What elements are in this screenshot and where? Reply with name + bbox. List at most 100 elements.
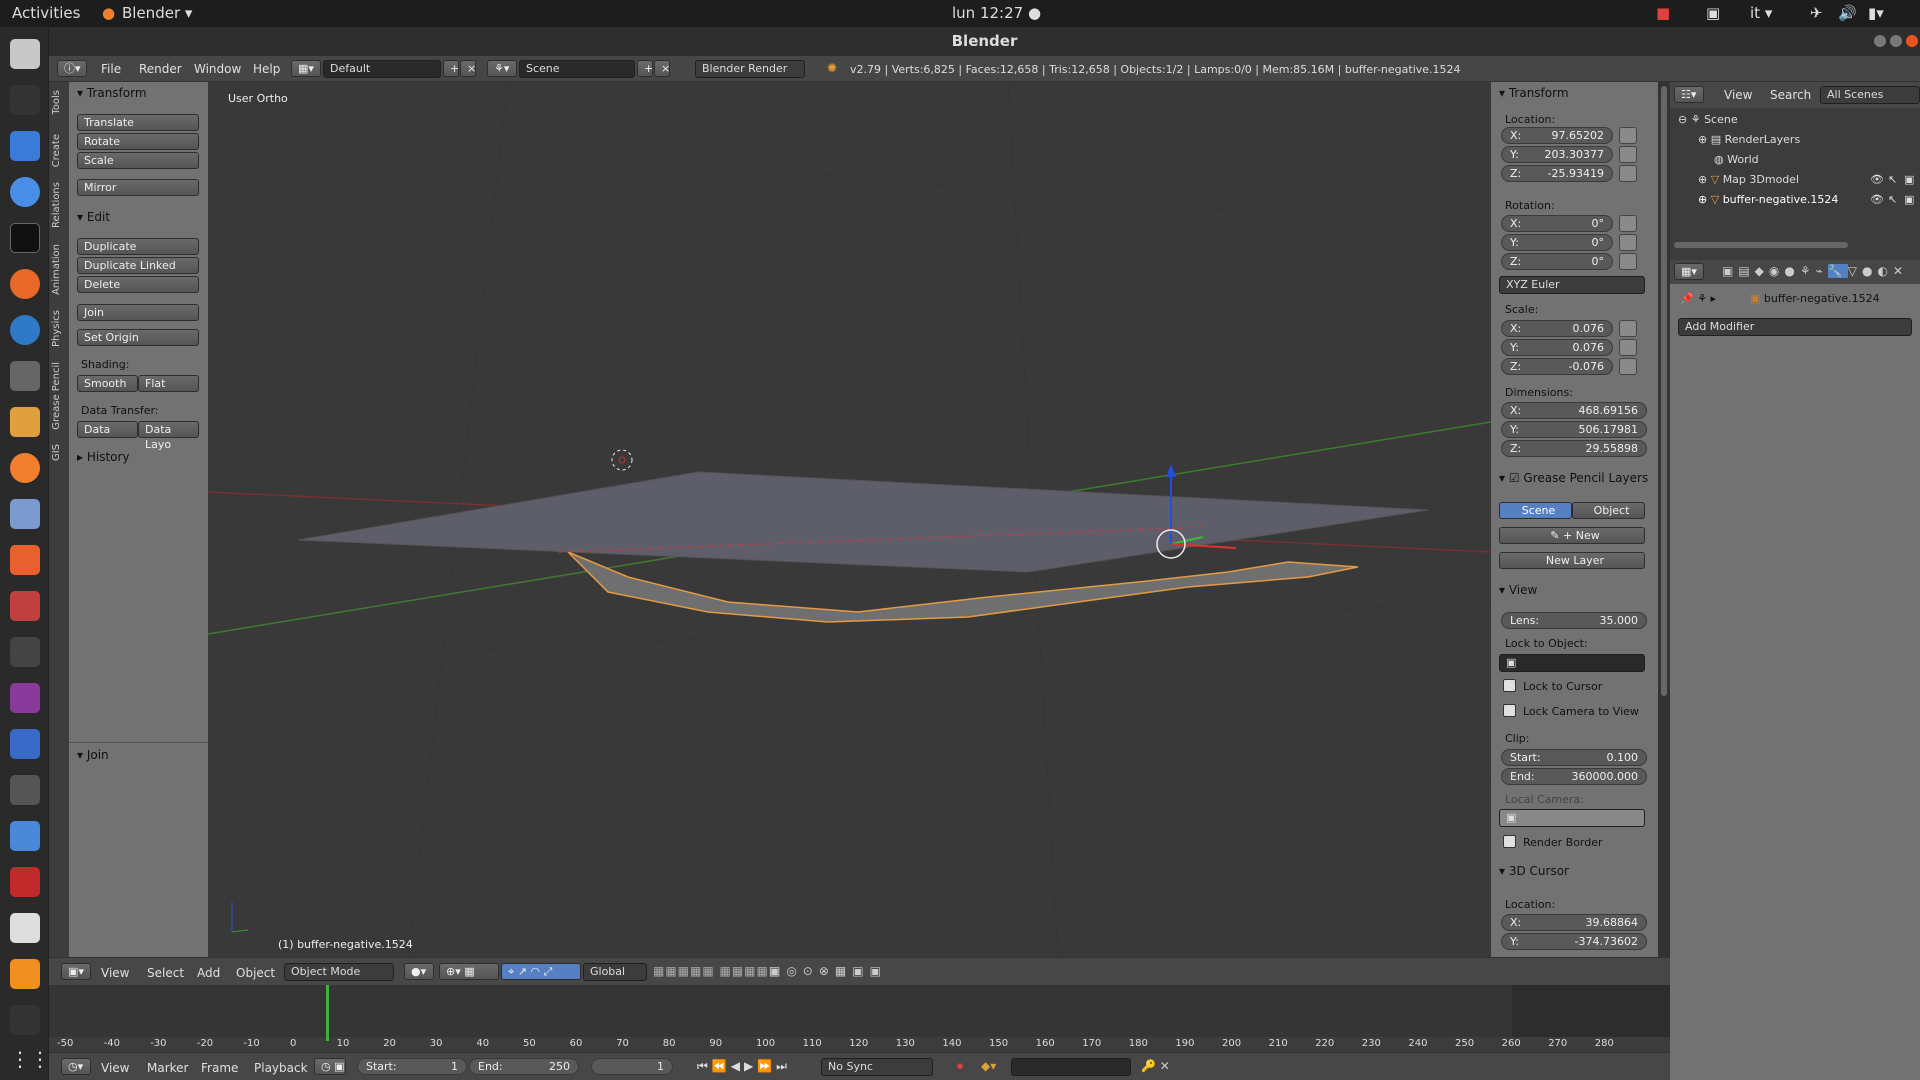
clipboard-icon[interactable]: ▣ — [1706, 4, 1720, 22]
transform-props-header[interactable]: ▾ Transform — [1499, 86, 1569, 100]
menu-frame[interactable]: Frame — [201, 1061, 238, 1075]
gp-new-layer-button[interactable]: New Layer — [1499, 552, 1645, 569]
tab-animation[interactable]: Animation — [51, 244, 62, 295]
lock-icon[interactable] — [1619, 165, 1637, 182]
grease-pencil-layers-header[interactable]: ▾ ☑ Grease Pencil Layers — [1499, 471, 1648, 485]
playback-controls[interactable]: ⏮⏪◀▶⏩⏭ — [697, 1059, 791, 1074]
cursor-select-icon[interactable]: ↖ — [1888, 193, 1897, 206]
menu-object[interactable]: Object — [236, 966, 275, 980]
location-x-field[interactable]: X: 97.65202 — [1501, 127, 1613, 144]
menu-add[interactable]: Add — [197, 966, 220, 980]
flat-button[interactable]: Flat — [138, 375, 199, 392]
data-layout-button[interactable]: Data Layo — [138, 421, 199, 451]
menu-window[interactable]: Window — [194, 62, 241, 76]
menu-view[interactable]: View — [101, 966, 129, 980]
lock-object-field[interactable]: ▣ — [1499, 654, 1645, 672]
cursor-x-field[interactable]: X: 39.68864 — [1501, 914, 1647, 931]
scale-x-field[interactable]: X: 0.076 — [1501, 320, 1613, 337]
render-engine-select[interactable]: Blender Render — [695, 60, 805, 78]
timeline-editor-icon[interactable]: ◷▾ — [61, 1058, 91, 1075]
tab-create[interactable]: Create — [51, 134, 62, 167]
remove-scene-icon[interactable]: × — [654, 60, 670, 77]
eye-icon[interactable]: 👁 — [1870, 193, 1884, 206]
tab-relations[interactable]: Relations — [51, 182, 62, 228]
activities-button[interactable]: Activities — [12, 4, 80, 22]
smooth-button[interactable]: Smooth — [77, 375, 138, 392]
menu-view[interactable]: View — [101, 1061, 129, 1075]
files-icon[interactable] — [10, 39, 40, 69]
mirror-button[interactable]: Mirror — [77, 179, 199, 196]
lens-field[interactable]: Lens: 35.000 — [1501, 612, 1647, 629]
add-modifier-select[interactable]: Add Modifier — [1678, 318, 1912, 336]
menu-playback[interactable]: Playback — [254, 1061, 308, 1075]
tab-tools[interactable]: Tools — [51, 90, 62, 115]
outliner-display-select[interactable]: All Scenes — [1820, 86, 1920, 104]
app-menu[interactable]: Blender ▾ — [122, 4, 192, 22]
end-frame-field[interactable]: End: 250 — [469, 1058, 579, 1075]
3d-cursor-panel-header[interactable]: ▾ 3D Cursor — [1499, 864, 1569, 878]
dimension-z-field[interactable]: Z: 29.55898 — [1501, 440, 1647, 457]
menu-select[interactable]: Select — [147, 966, 184, 980]
duplicate-button[interactable]: Duplicate — [77, 238, 199, 255]
outliner-view-menu[interactable]: View — [1724, 88, 1752, 102]
lock-icon[interactable] — [1619, 234, 1637, 251]
pivot-select[interactable]: ⊕▾ ▦ — [439, 963, 499, 980]
data-button[interactable]: Data — [77, 421, 138, 438]
duplicate-linked-button[interactable]: Duplicate Linked — [77, 257, 199, 274]
gimp-icon[interactable] — [10, 361, 40, 391]
inkscape-icon[interactable] — [10, 85, 40, 115]
lock-icon[interactable] — [1619, 320, 1637, 337]
close-button[interactable] — [1906, 35, 1918, 47]
firefox-icon[interactable] — [10, 269, 40, 299]
draw-icon[interactable] — [10, 407, 40, 437]
3d-viewport[interactable]: User Ortho (1) buffer-negative.1524 — [208, 82, 1491, 957]
airplane-icon[interactable]: ✈ — [1810, 4, 1823, 22]
rotation-y-field[interactable]: Y: 0° — [1501, 234, 1613, 251]
clapper-icon[interactable] — [10, 1005, 40, 1035]
lock-icon[interactable] — [1619, 339, 1637, 356]
tool-icon[interactable] — [10, 591, 40, 621]
lock-to-cursor-checkbox[interactable] — [1503, 679, 1516, 692]
cursor-y-field[interactable]: Y: -374.73602 — [1501, 933, 1647, 950]
join-operator-panel-header[interactable]: ▾ Join — [77, 748, 109, 762]
properties-context-tabs[interactable]: ▣▤◆◉●⚘⌁🔧▽●◐✕ — [1722, 264, 1908, 278]
keyframe-insert-icons[interactable]: 🔑 ✕ — [1141, 1059, 1170, 1073]
tab-physics[interactable]: Physics — [51, 310, 62, 347]
lock-icon[interactable] — [1619, 253, 1637, 270]
current-frame-indicator[interactable] — [326, 985, 329, 1041]
freecad-icon[interactable] — [10, 867, 40, 897]
current-frame-field[interactable]: 1 — [591, 1058, 673, 1075]
transform-orientation-select[interactable]: Global — [583, 963, 647, 981]
minimize-button[interactable] — [1874, 35, 1886, 47]
software-center-icon[interactable] — [10, 545, 40, 575]
render-border-checkbox[interactable] — [1503, 835, 1516, 848]
lock-camera-checkbox[interactable] — [1503, 704, 1516, 717]
remove-layout-icon[interactable]: × — [460, 60, 476, 77]
outliner-editor-icon[interactable]: ☷▾ — [1674, 86, 1704, 103]
language-menu[interactable]: it ▾ — [1750, 4, 1772, 22]
menu-marker[interactable]: Marker — [147, 1061, 188, 1075]
outliner-item-renderlayers[interactable]: ⊕ ▤ RenderLayers — [1698, 133, 1800, 146]
tab-gis[interactable]: GIS — [51, 444, 62, 461]
scale-z-field[interactable]: Z: -0.076 — [1501, 358, 1613, 375]
rotate-button[interactable]: Rotate — [77, 133, 199, 150]
outliner-item-map-3dmodel[interactable]: ⊕ ▽ Map 3Dmodel — [1698, 173, 1799, 186]
add-scene-icon[interactable]: + — [637, 60, 653, 77]
app-grid-icon[interactable]: ⋮⋮ — [10, 1047, 50, 1077]
writer-icon[interactable] — [10, 131, 40, 161]
qgis-icon[interactable] — [10, 729, 40, 759]
vlc-icon[interactable] — [10, 959, 40, 989]
menu-help[interactable]: Help — [253, 62, 280, 76]
history-panel-header[interactable]: ▸ History — [77, 450, 130, 464]
record-keyframe-icon[interactable]: ⏺ — [957, 1059, 963, 1074]
scale-button[interactable]: Scale — [77, 152, 199, 169]
menu-render[interactable]: Render — [139, 62, 182, 76]
dimension-y-field[interactable]: Y: 506.17981 — [1501, 421, 1647, 438]
location-y-field[interactable]: Y: 203.30377 — [1501, 146, 1613, 163]
cube-icon[interactable] — [10, 821, 40, 851]
add-layout-icon[interactable]: + — [443, 60, 459, 77]
render-camera-icon[interactable]: ▣ — [1904, 173, 1914, 186]
properties-scrollbar[interactable] — [1658, 82, 1670, 957]
clip-start-field[interactable]: Start: 0.100 — [1501, 749, 1647, 766]
maximize-button[interactable] — [1890, 35, 1902, 47]
